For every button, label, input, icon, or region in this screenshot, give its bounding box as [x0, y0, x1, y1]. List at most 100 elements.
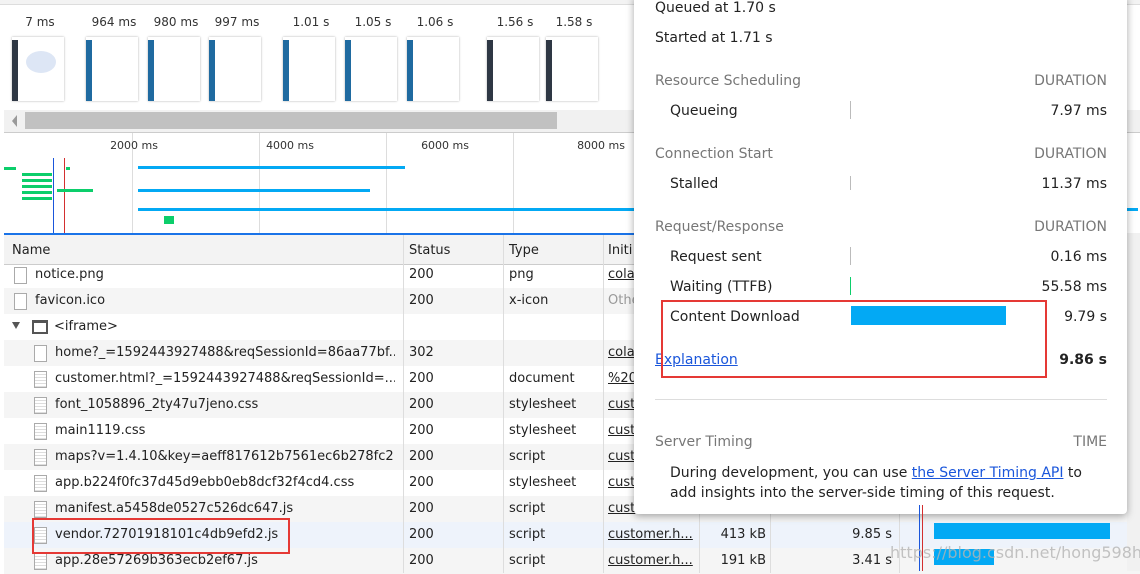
file-icon [34, 345, 47, 362]
request-status: 200 [409, 475, 434, 490]
request-initiator[interactable]: customer.h... [608, 527, 696, 542]
request-status: 200 [409, 501, 434, 516]
tick-label: 4000 ms [266, 139, 314, 152]
request-type: stylesheet [509, 423, 577, 438]
tick-label: 8000 ms [577, 139, 625, 152]
request-time: 3.41 s [852, 553, 892, 568]
note-text: During development, you can use [670, 465, 912, 481]
divider [655, 399, 1107, 400]
queueing-label: Queueing [670, 103, 738, 119]
request-name: maps?v=1.4.10&key=aeff817612b7561ec6b278… [55, 449, 395, 464]
load-line [64, 158, 65, 234]
ttfb-value: 55.58 ms [1041, 279, 1107, 295]
queueing-bar [850, 101, 851, 119]
file-icon [14, 293, 27, 310]
request-type: png [509, 267, 534, 282]
ttfb-label: Waiting (TTFB) [670, 279, 773, 295]
request-name: font_1058896_2ty47u7jeno.css [55, 397, 259, 412]
frame-time: 7 ms [25, 15, 55, 29]
request-name: notice.png [35, 267, 104, 282]
stalled-bar [850, 176, 851, 190]
request-name: home?_=1592443927488&reqSessionId=86aa77… [55, 345, 395, 360]
section-connection-start: Connection Start [655, 146, 773, 162]
request-type: document [509, 371, 575, 386]
column-header-status[interactable]: Status [409, 243, 450, 258]
request-type: script [509, 527, 546, 542]
column-header-type[interactable]: Type [509, 243, 539, 258]
request-size: 413 kB [720, 527, 766, 542]
duration-header: DURATION [1034, 146, 1107, 162]
request-type: stylesheet [509, 475, 577, 490]
request-name: <iframe> [54, 319, 118, 334]
request-name: customer.html?_=1592443927488&reqSession… [55, 371, 395, 386]
request-status: 200 [409, 423, 434, 438]
column-header-name[interactable]: Name [12, 243, 50, 258]
scroll-left-arrow-icon[interactable] [12, 115, 17, 127]
content-download-value: 9.79 s [1064, 309, 1107, 325]
duration-header: DURATION [1034, 219, 1107, 235]
frame-time: 997 ms [214, 15, 260, 29]
column-header-initiator[interactable]: Initi [608, 243, 632, 258]
request-time: 9.85 s [852, 527, 892, 542]
dom-content-loaded-line [53, 158, 54, 234]
time-header: TIME [1073, 434, 1107, 450]
request-sent-label: Request sent [670, 249, 762, 265]
watermark: https://blog.csdn.net/hong598hong [890, 543, 1140, 562]
request-type: script [509, 449, 546, 464]
file-icon [14, 267, 27, 284]
highlight-box-timing [661, 300, 1047, 378]
request-status: 200 [409, 371, 434, 386]
total-duration: 9.86 s [1059, 352, 1107, 368]
scrollbar-thumb[interactable] [25, 112, 557, 129]
request-status: 200 [409, 267, 434, 282]
server-timing-api-link[interactable]: the Server Timing API [912, 465, 1064, 481]
table-scrollbar[interactable] [1127, 233, 1140, 571]
queueing-value: 7.97 ms [1050, 103, 1107, 119]
stalled-value: 11.37 ms [1041, 176, 1107, 192]
request-type: script [509, 553, 546, 568]
server-timing-note: During development, you can use the Serv… [670, 463, 1110, 503]
tick-label: 6000 ms [421, 139, 469, 152]
request-name: main1119.css [55, 423, 146, 438]
request-status: 200 [409, 293, 434, 308]
request-name: app.b224f0fc37d45d9ebb0eb8dcf32f4cd4.css [55, 475, 355, 490]
highlight-box-vendor [32, 518, 290, 554]
file-icon [34, 449, 47, 466]
section-request-response: Request/Response [655, 219, 784, 235]
waterfall-bar [138, 166, 405, 169]
request-type: x-icon [509, 293, 549, 308]
request-name: favicon.ico [35, 293, 106, 308]
request-size: 191 kB [720, 553, 766, 568]
file-icon [34, 397, 47, 414]
request-name: manifest.a5458de0527c526dc647.js [55, 501, 294, 516]
request-sent-bar [850, 247, 851, 265]
request-type: script [509, 501, 546, 516]
file-icon [34, 553, 47, 570]
file-icon [34, 423, 47, 440]
request-status: 200 [409, 527, 434, 542]
request-type: stylesheet [509, 397, 577, 412]
request-status: 200 [409, 449, 434, 464]
duration-header: DURATION [1034, 73, 1107, 89]
request-status: 200 [409, 397, 434, 412]
ttfb-bar [850, 277, 851, 295]
frame-time: 1.06 s [416, 15, 454, 29]
tick-label: 2000 ms [110, 139, 158, 152]
file-icon [34, 475, 47, 492]
waterfall-bar [934, 523, 1110, 539]
stalled-label: Stalled [670, 176, 719, 192]
section-server-timing: Server Timing [655, 434, 753, 450]
expand-triangle-icon[interactable] [12, 322, 20, 329]
request-status: 302 [409, 345, 434, 360]
waterfall-bar [138, 189, 370, 192]
timing-popover: Queued at 1.70 s Started at 1.71 s Resou… [634, 0, 1127, 514]
file-icon [34, 501, 47, 518]
request-status: 200 [409, 553, 434, 568]
started-at: Started at 1.71 s [655, 30, 773, 46]
request-initiator[interactable]: customer.h... [608, 553, 696, 568]
request-name: app.28e57269b363ecb2ef67.js [55, 553, 258, 568]
queued-at: Queued at 1.70 s [655, 0, 776, 16]
section-resource-scheduling: Resource Scheduling [655, 73, 802, 89]
frame-time: 1.58 s [555, 15, 593, 29]
frame-icon [32, 320, 48, 334]
